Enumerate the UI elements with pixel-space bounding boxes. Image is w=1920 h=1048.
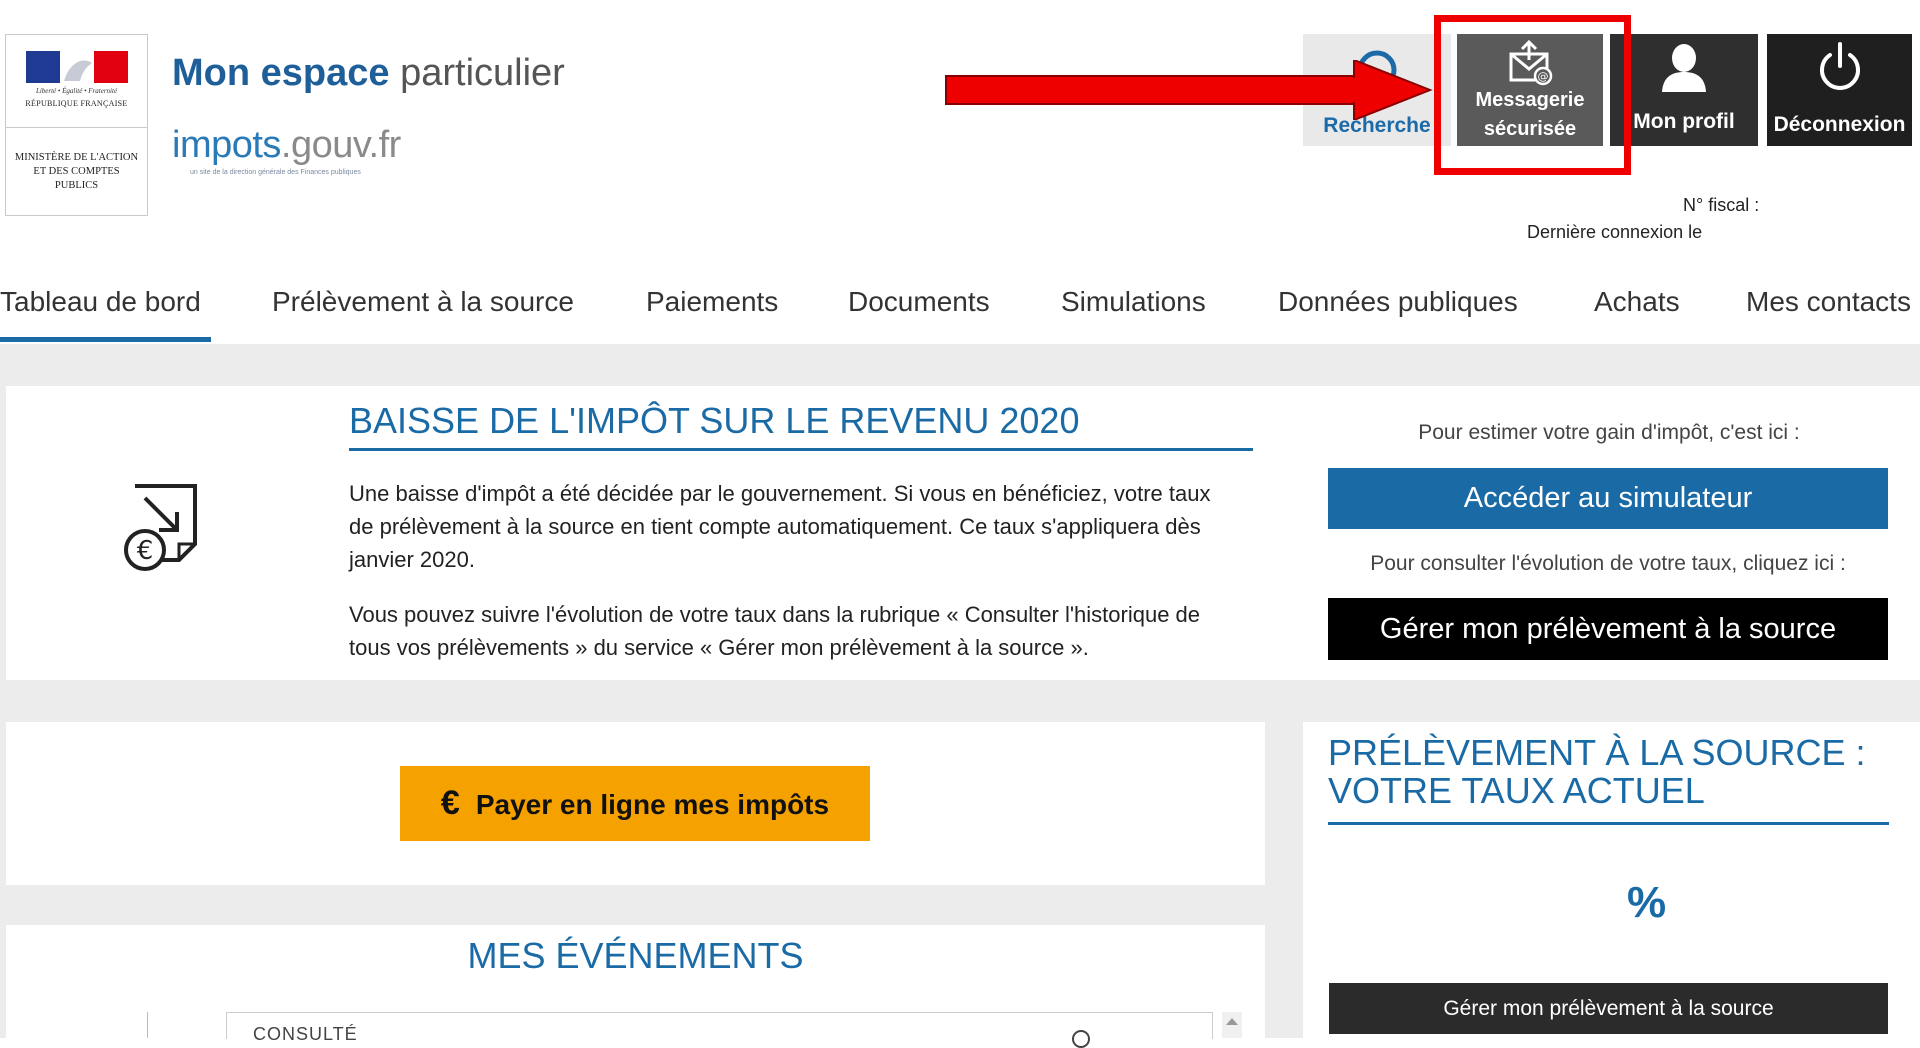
impots-tagline: un site de la direction générale des Fin… — [190, 169, 361, 176]
estimer-text: Pour estimer votre gain d'impôt, c'est i… — [1418, 421, 1800, 444]
gerer-prelevement-taux-button[interactable]: Gérer mon prélèvement à la source — [1329, 983, 1888, 1034]
fiscal-number-label: N° fiscal : — [1683, 195, 1760, 215]
tab-documents[interactable]: Documents — [848, 282, 990, 342]
scroll-up-icon[interactable] — [1226, 1018, 1238, 1025]
tab-simulations[interactable]: Simulations — [1061, 282, 1206, 342]
taux-title: PRÉLÈVEMENT À LA SOURCE : VOTRE TAUX ACT… — [1328, 732, 1866, 811]
last-connection-label: Dernière connexion le — [1527, 222, 1703, 242]
mon-profil-button[interactable]: Mon profil — [1610, 34, 1758, 146]
evenements-list[interactable] — [226, 1012, 1213, 1039]
logo-divider — [6, 127, 147, 128]
evenements-title: MES ÉVÉNEMENTS — [467, 935, 804, 976]
site-title-bold: Mon espace — [172, 52, 390, 94]
list-scrollbar[interactable] — [1222, 1012, 1242, 1038]
main-nav: Tableau de bord Prélèvement à la source … — [0, 282, 1920, 342]
power-icon — [1820, 42, 1860, 90]
evenements-divider — [147, 1012, 148, 1038]
svg-text:€: € — [137, 536, 154, 566]
tab-mes-contacts[interactable]: Mes contacts — [1746, 282, 1911, 342]
tab-paiements[interactable]: Paiements — [646, 282, 778, 342]
consulter-text: Pour consulter l'évolution de votre taux… — [1370, 552, 1846, 575]
mon-profil-label: Mon profil — [1633, 110, 1735, 133]
tax-reduction-icon: € — [124, 484, 197, 571]
item-status-icon — [1072, 1030, 1090, 1048]
taux-value: % — [1626, 878, 1667, 927]
baisse-paragraph-2: Vous pouvez suivre l'évolution de votre … — [349, 602, 1201, 660]
red-arrow-icon — [945, 60, 1433, 120]
impots-logo-suffix: .gouv.fr — [280, 124, 401, 166]
motto-text: Liberté • Égalité • Fraternité — [35, 87, 118, 95]
title-underline — [349, 448, 1253, 451]
republique-text: RÉPUBLIQUE FRANÇAISE — [25, 99, 128, 108]
taux-title-underline — [1328, 822, 1889, 825]
tab-tableau-de-bord[interactable]: Tableau de bord — [0, 282, 211, 342]
site-title-light: particulier — [400, 52, 565, 94]
impots-gouv-logo[interactable]: impots.gouv.fr — [172, 124, 401, 167]
marianne-flag-icon — [26, 51, 128, 83]
tab-donnees-publiques[interactable]: Données publiques — [1278, 282, 1518, 342]
baisse-title: BAISSE DE L'IMPÔT SUR LE REVENU 2020 — [349, 400, 1080, 441]
deconnexion-label: Déconnexion — [1773, 113, 1906, 136]
tab-prelevement-a-la-source[interactable]: Prélèvement à la source — [272, 282, 574, 342]
euro-icon: € — [440, 784, 460, 822]
republique-francaise-logo[interactable]: Liberté • Égalité • Fraternité RÉPUBLIQU… — [5, 34, 148, 216]
gerer-prelevement-button[interactable]: Gérer mon prélèvement à la source — [1328, 598, 1888, 660]
acceder-simulateur-button[interactable]: Accéder au simulateur — [1328, 468, 1888, 529]
baisse-paragraph-1: Une baisse d'impôt a été décidée par le … — [349, 481, 1211, 572]
ministere-text: MINISTÈRE DE L'ACTION ET DES COMPTES PUB… — [14, 152, 139, 191]
user-icon — [1662, 44, 1706, 92]
site-title[interactable]: Mon espace particulier — [172, 52, 565, 95]
deconnexion-button[interactable]: Déconnexion — [1767, 34, 1912, 146]
list-item[interactable]: CONSULTÉ — [253, 1024, 358, 1045]
payer-en-ligne-button[interactable]: € Payer en ligne mes impôts — [400, 766, 870, 841]
highlight-box — [1434, 15, 1631, 175]
payer-label: Payer en ligne mes impôts — [475, 789, 830, 820]
tab-achats[interactable]: Achats — [1594, 282, 1680, 342]
impots-logo-main: impots — [172, 124, 281, 166]
